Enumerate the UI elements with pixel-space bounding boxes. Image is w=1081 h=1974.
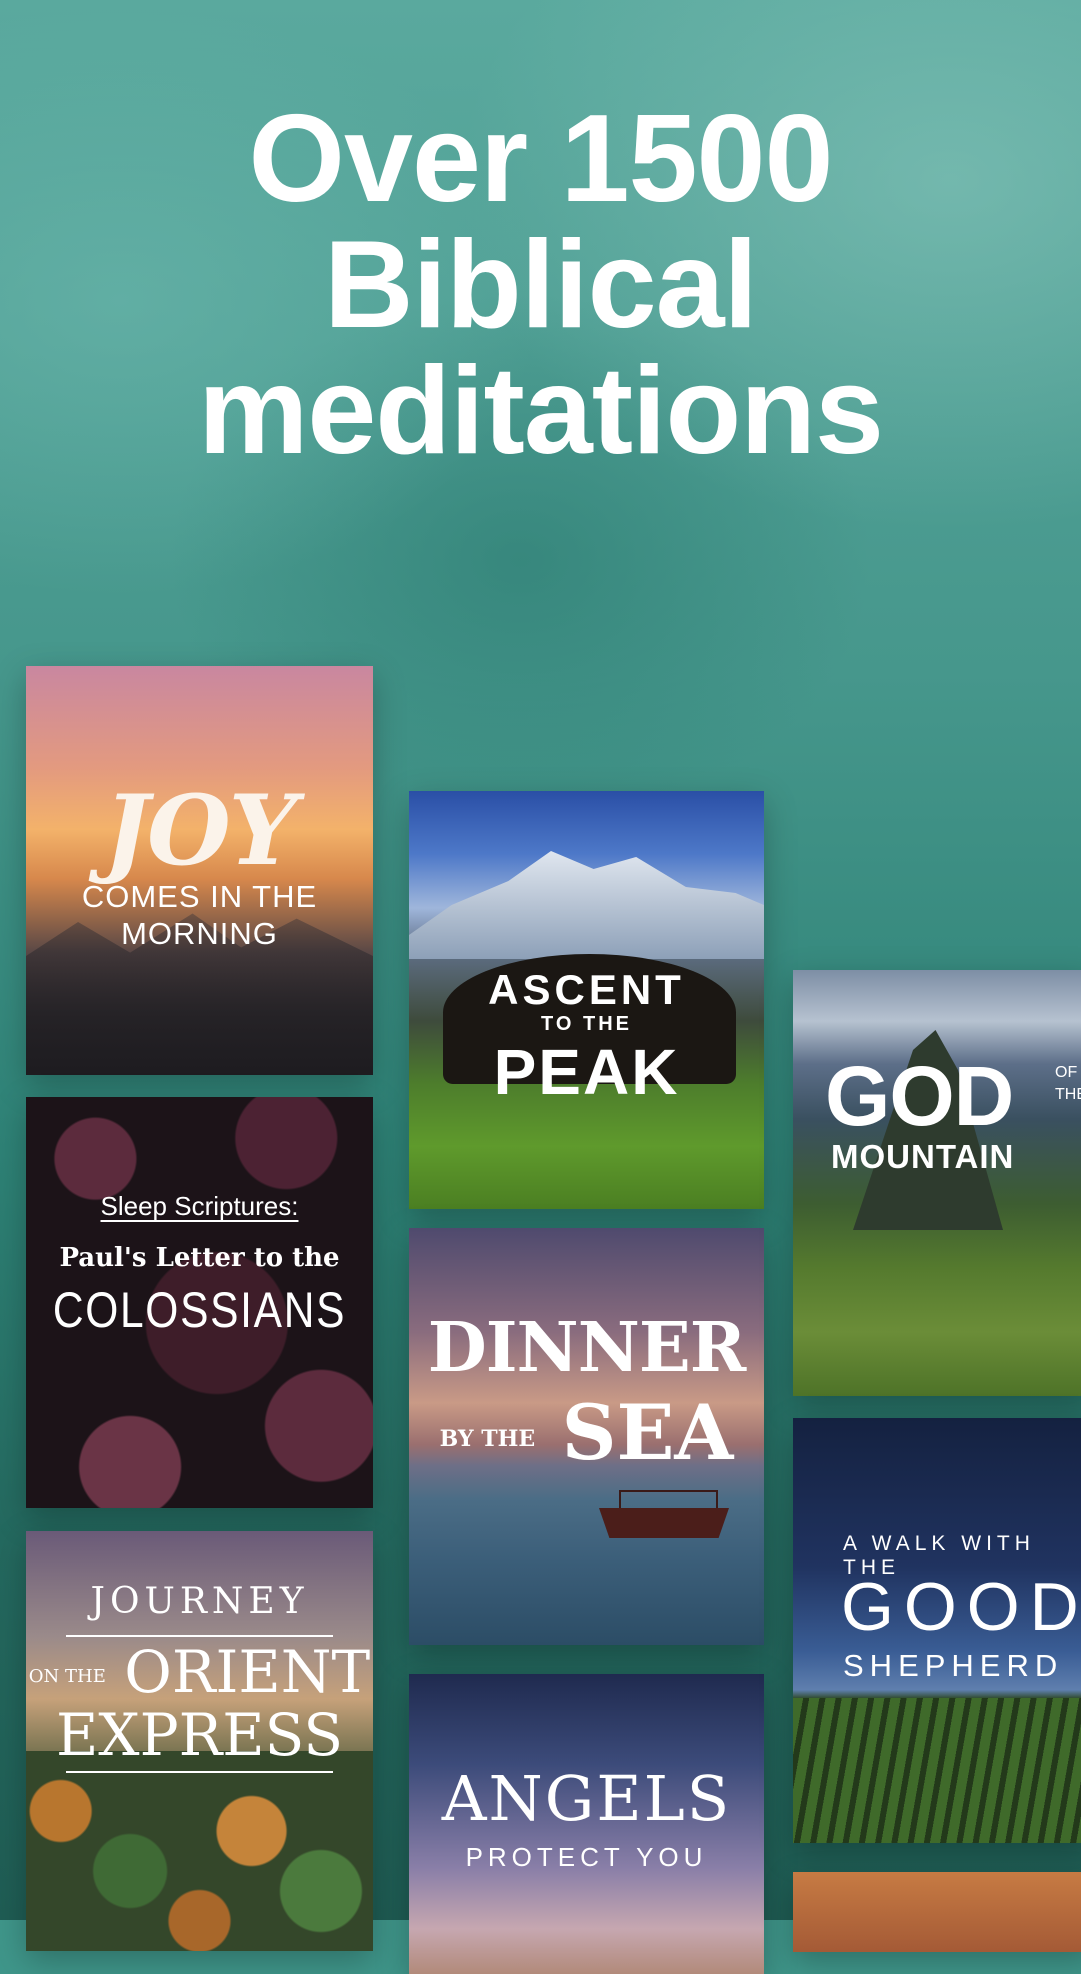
meditation-card-good-shepherd[interactable]: A WALK WITH THE GOOD SHEPHERD <box>793 1418 1081 1843</box>
headline-line-1: Over 1500 <box>248 90 834 228</box>
card-title-middle: TO THE <box>541 1013 632 1035</box>
meditation-card-orient-express[interactable]: JOURNEY ON THE ORIENT EXPRESS <box>26 1531 373 1951</box>
card-subtitle: COMES IN THE MORNING <box>81 879 318 951</box>
meditation-card-joy[interactable]: JOY COMES IN THE MORNING <box>26 666 373 1075</box>
vineyard-image <box>793 1698 1081 1843</box>
divider <box>66 1771 333 1773</box>
divider <box>66 1635 333 1637</box>
card-title-bottom: EXPRESS <box>55 1701 344 1769</box>
headline: Over 1500 Biblical meditations <box>0 96 1081 474</box>
meditation-card-god-of-the-mountain[interactable]: GOD OF THE MOUNTAIN <box>793 970 1081 1396</box>
meditation-card-dinner[interactable]: DINNER BY THE SEA <box>409 1228 764 1645</box>
card-title-top: ASCENT <box>488 966 685 1013</box>
card-subtitle: Paul's Letter to the <box>59 1243 340 1273</box>
meditation-card-ascent[interactable]: ASCENT TO THE PEAK <box>409 791 764 1209</box>
forest-image <box>26 1751 373 1951</box>
card-title-middle: GOOD <box>841 1569 1081 1645</box>
card-title-top: JOURNEY <box>90 1581 309 1622</box>
card-title-bottom: PEAK <box>493 1036 680 1108</box>
card-title: COLOSSIANS <box>52 1282 347 1338</box>
meditation-card-partial[interactable] <box>793 1872 1081 1952</box>
card-title-bottom: MOUNTAIN <box>831 1138 1015 1175</box>
boat-image <box>599 1508 729 1538</box>
snowy-mountain-image <box>409 851 764 959</box>
meditation-card-colossians[interactable]: Sleep Scriptures: Paul's Letter to the C… <box>26 1097 373 1508</box>
card-subtitle: PROTECT YOU <box>465 1842 708 1872</box>
card-title-small: OF THE <box>1055 1064 1081 1103</box>
headline-line-2: Biblical <box>323 216 758 354</box>
card-title-middle: ON THE ORIENT <box>28 1638 371 1706</box>
card-title-top: GOD <box>825 1049 1014 1143</box>
card-title: JOY <box>103 774 298 887</box>
meditation-card-angels[interactable]: ANGELS PROTECT YOU <box>409 1674 764 1974</box>
card-title-bottom: SHEPHERD <box>843 1648 1064 1683</box>
headline-line-3: meditations <box>198 342 884 480</box>
card-title-bottom: BY THE SEA <box>439 1388 734 1477</box>
card-series: Sleep Scriptures: <box>100 1191 299 1221</box>
card-title-top: DINNER <box>427 1308 746 1388</box>
card-title: ANGELS <box>441 1762 732 1835</box>
